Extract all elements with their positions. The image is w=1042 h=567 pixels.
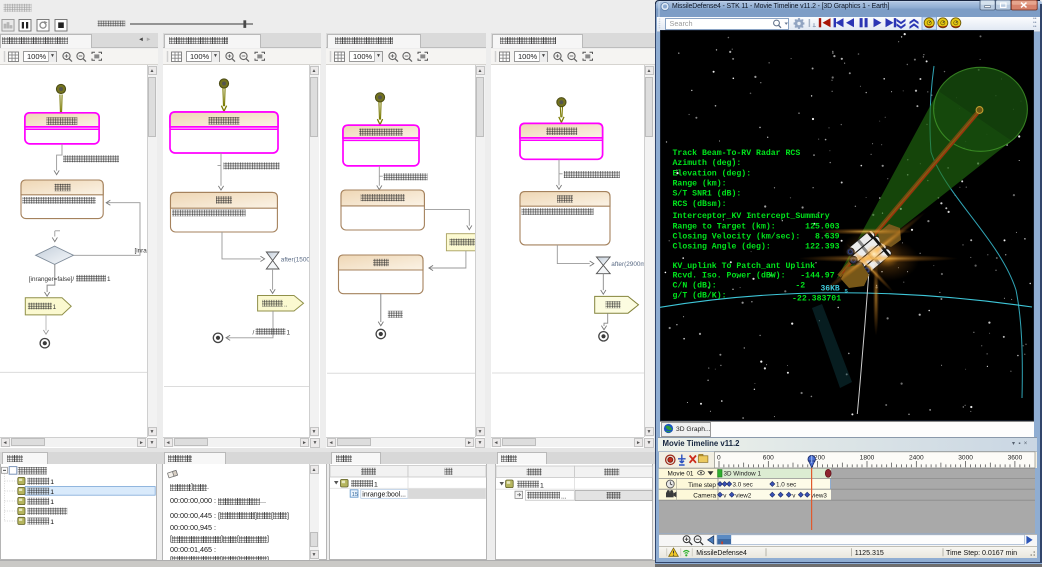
svg-text:KV_uplink To Patch_ant Uplink: KV_uplink To Patch_ant Uplink: [673, 261, 816, 271]
svg-text:1: 1: [50, 519, 54, 526]
svg-text:1: 1: [540, 482, 544, 489]
svg-text:1: 1: [287, 329, 291, 336]
svg-text:15: 15: [352, 492, 358, 498]
svg-text:after(1500m: after(1500m: [281, 256, 309, 263]
svg-text:1.0 sec: 1.0 sec: [776, 482, 796, 489]
svg-text:3.0 sec: 3.0 sec: [733, 482, 753, 489]
svg-text:/: /: [253, 329, 255, 336]
svg-text:Camera: Camera: [693, 493, 716, 500]
svg-text:3000: 3000: [958, 455, 973, 462]
svg-text:1: 1: [50, 499, 54, 506]
svg-text:600: 600: [763, 455, 774, 462]
svg-text:Track Beam-To-RV Radar RCS: Track Beam-To-RV Radar RCS: [673, 148, 801, 158]
svg-text:S/T SNR1 (dB):: S/T SNR1 (dB):: [673, 189, 742, 199]
svg-text:Range (km):: Range (km):: [673, 179, 727, 189]
svg-text:1: 1: [53, 304, 57, 311]
svg-text:MissileDefense4: MissileDefense4: [696, 550, 747, 557]
svg-text:36KB: 36KB: [821, 285, 840, 294]
svg-text:...: ...: [561, 493, 567, 500]
svg-text:inrange:bool...: inrange:bool...: [362, 491, 406, 498]
svg-text:Movie 01: Movie 01: [668, 470, 694, 477]
svg-text:Rcvd. Iso. Power (dBW): -144: Rcvd. Iso. Power (dBW): -144.97: [673, 271, 835, 281]
svg-text:1800: 1800: [860, 455, 875, 462]
svg-text:0: 0: [717, 455, 721, 462]
svg-text:1: 1: [50, 489, 54, 496]
svg-text:[inra: [inra: [135, 248, 148, 255]
svg-text:Azimuth (deg):: Azimuth (deg):: [673, 158, 742, 168]
svg-text:Closing Velocity (km/sec): 8: Closing Velocity (km/sec): 8.639: [673, 231, 840, 241]
svg-text:Time Step: 0.0167 min: Time Step: 0.0167 min: [946, 549, 1017, 557]
svg-text:Elevation (deg):: Elevation (deg):: [673, 168, 752, 178]
svg-text:..: ..: [284, 301, 288, 308]
svg-text:1: 1: [50, 479, 54, 486]
svg-text:RCS (dBsm):: RCS (dBsm):: [673, 199, 727, 209]
svg-text:3600: 3600: [1008, 455, 1023, 462]
svg-text:after(2900m: after(2900m: [611, 261, 644, 268]
svg-text:Time step: Time step: [688, 482, 716, 489]
svg-text:-22.383701: -22.383701: [792, 294, 841, 303]
svg-text:1: 1: [374, 482, 378, 489]
svg-text:1125.315: 1125.315: [855, 549, 884, 557]
svg-text:view2: view2: [735, 492, 752, 499]
svg-text:C/N (dB): -2: C/N (dB): -2: [673, 281, 806, 291]
svg-text:1: 1: [107, 276, 111, 283]
svg-text:2400: 2400: [909, 455, 924, 462]
svg-text:view3: view3: [811, 492, 828, 499]
svg-text:Closing Angle (deg): 122: Closing Angle (deg): 122.393: [673, 241, 840, 251]
svg-text:Range to Target (km): 125: Range to Target (km): 125.003: [673, 222, 840, 232]
svg-text:3D Window 1: 3D Window 1: [724, 471, 762, 478]
svg-text:[inranger=false]/: [inranger=false]/: [29, 276, 75, 283]
svg-text:Interceptor_KV Intercept_Summa: Interceptor_KV Intercept_Summary: [673, 212, 830, 221]
svg-text:g/T (dB/K):: g/T (dB/K):: [673, 291, 727, 301]
